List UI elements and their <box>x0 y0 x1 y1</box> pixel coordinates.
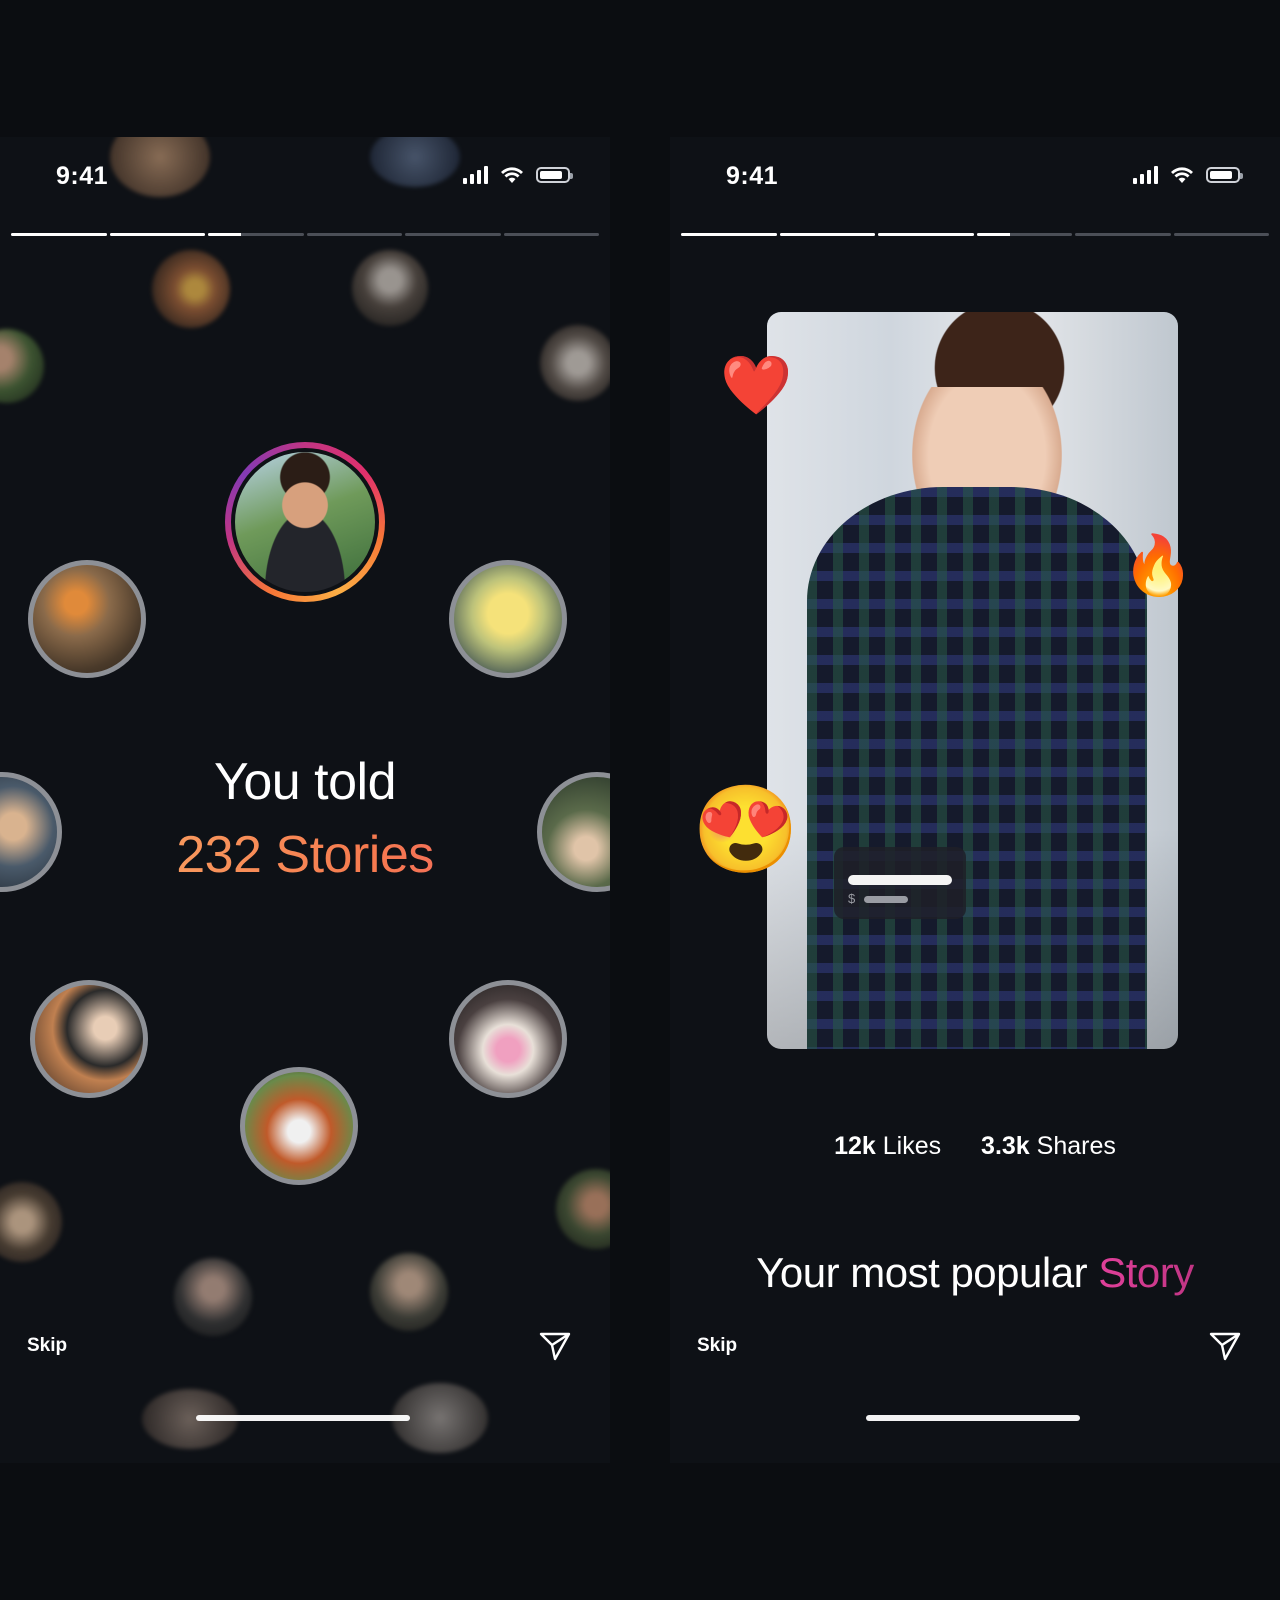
battery-icon <box>1206 167 1243 183</box>
progress-segment <box>11 233 107 236</box>
progress-segment <box>1173 233 1269 236</box>
popular-story-photo[interactable]: $ <box>767 312 1178 1049</box>
progress-segment <box>503 233 599 236</box>
progress-segment <box>208 233 304 236</box>
story-thumbnail <box>556 1169 610 1249</box>
send-icon[interactable] <box>1208 1329 1242 1363</box>
blurred-story-bubble <box>110 137 210 197</box>
home-indicator <box>196 1415 410 1421</box>
story-thumbnail <box>352 250 428 326</box>
story-bubble[interactable] <box>449 980 567 1098</box>
battery-icon <box>536 167 573 183</box>
progress-segment <box>779 233 875 236</box>
price-symbol: $ <box>848 891 856 906</box>
story-thumbnail <box>540 325 610 401</box>
popular-title-prefix: Your most popular <box>756 1249 1088 1296</box>
signal-icon <box>1133 166 1158 184</box>
fire-emoji-icon: 🔥 <box>1122 533 1195 598</box>
story-bubble[interactable] <box>30 980 148 1098</box>
story-thumbnail <box>174 1258 252 1336</box>
story-stats: 12k Likes 3.3k Shares <box>670 1132 1280 1161</box>
status-time: 9:41 <box>726 162 779 190</box>
story-thumbnail <box>0 329 44 403</box>
home-indicator <box>866 1415 1080 1421</box>
wifi-icon <box>501 167 523 183</box>
likes-label: Likes <box>882 1132 942 1160</box>
headline-line-1: You told <box>213 753 397 811</box>
heart-eyes-emoji-icon: 😍 <box>692 782 800 878</box>
story-thumbnail <box>152 250 230 328</box>
shares-label: Shares <box>1036 1132 1116 1160</box>
progress-segment <box>878 233 974 236</box>
wifi-icon <box>1171 167 1193 183</box>
popular-title-accent: Story <box>1098 1249 1194 1296</box>
skip-button[interactable]: Skip <box>697 1335 737 1357</box>
send-icon[interactable] <box>538 1329 572 1363</box>
shares-count: 3.3k <box>981 1132 1030 1160</box>
status-time: 9:41 <box>56 162 109 190</box>
story-bubble[interactable] <box>28 560 146 678</box>
progress-segment <box>681 233 777 236</box>
recap-screen-popular-story: 9:41 $ ❤️ 🔥 😍 12k Likes 3.3k Shares Your… <box>670 137 1280 1463</box>
story-thumbnail <box>0 1182 62 1262</box>
story-thumbnail <box>370 1253 448 1331</box>
price-sticker-title-bar <box>848 875 952 885</box>
skip-button[interactable]: Skip <box>27 1335 67 1357</box>
story-bubble[interactable] <box>449 560 567 678</box>
story-bubble[interactable] <box>240 1067 358 1185</box>
story-progress-bar <box>11 233 599 236</box>
status-icons <box>463 166 573 184</box>
heart-emoji-icon: ❤️ <box>720 353 793 418</box>
progress-segment <box>1075 233 1171 236</box>
popular-story-title: Your most popular Story <box>670 1249 1280 1297</box>
progress-segment <box>306 233 402 236</box>
recap-screen-stories-count: 9:41 You told 232 Stories Skip <box>0 137 610 1463</box>
progress-segment <box>976 233 1072 236</box>
progress-segment <box>405 233 501 236</box>
price-sticker-price-bar <box>864 896 908 903</box>
likes-count: 12k <box>834 1132 876 1160</box>
signal-icon <box>463 166 488 184</box>
photo-dress <box>807 487 1147 1049</box>
blurred-story-bubble <box>370 137 460 187</box>
status-icons <box>1133 166 1243 184</box>
stories-count: 232 Stories <box>0 825 610 885</box>
price-sticker[interactable]: $ <box>834 847 966 919</box>
progress-segment <box>109 233 205 236</box>
profile-avatar <box>225 442 385 602</box>
story-progress-bar <box>681 233 1269 236</box>
